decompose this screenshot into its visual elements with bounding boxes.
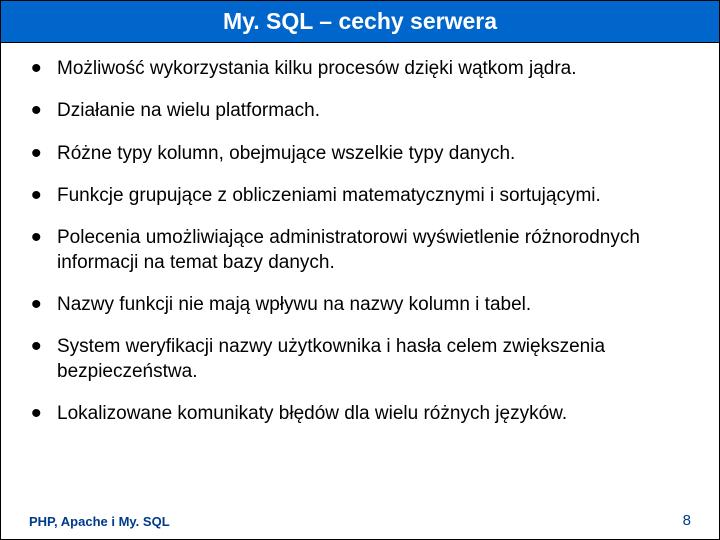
slide-content: Możliwość wykorzystania kilku procesów d…: [1, 43, 719, 539]
page-number: 8: [683, 512, 691, 529]
list-item: Działanie na wielu platformach.: [31, 99, 699, 123]
slide: My. SQL – cechy serwera Możliwość wykorz…: [0, 0, 720, 540]
list-item: Nazwy funkcji nie mają wpływu na nazwy k…: [31, 293, 699, 317]
list-item: Polecenia umożliwiające administratorowi…: [31, 226, 699, 275]
bullet-list: Możliwość wykorzystania kilku procesów d…: [31, 57, 699, 426]
list-item: Możliwość wykorzystania kilku procesów d…: [31, 57, 699, 81]
slide-title: My. SQL – cechy serwera: [1, 1, 719, 43]
list-item: Funkcje grupujące z obliczeniami matemat…: [31, 184, 699, 208]
footer: PHP, Apache i My. SQL 8: [29, 512, 691, 529]
list-item: Lokalizowane komunikaty błędów dla wielu…: [31, 402, 699, 426]
list-item: Różne typy kolumn, obejmujące wszelkie t…: [31, 142, 699, 166]
list-item: System weryfikacji nazwy użytkownika i h…: [31, 335, 699, 384]
footer-left: PHP, Apache i My. SQL: [29, 514, 170, 529]
